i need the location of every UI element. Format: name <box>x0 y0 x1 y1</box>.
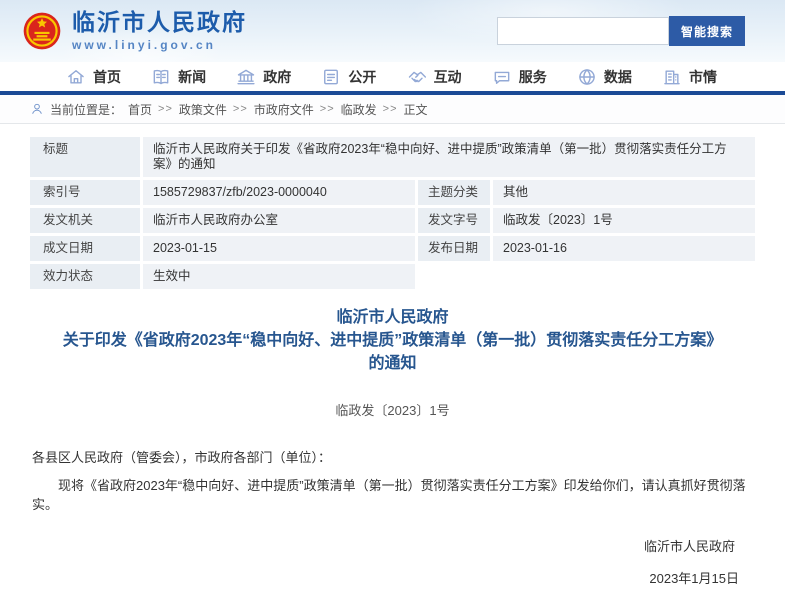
breadcrumb-item-city-gov-files[interactable]: 市政府文件 <box>254 101 314 118</box>
services-icon <box>492 67 512 87</box>
city-info-icon <box>662 67 682 87</box>
nav-item-home[interactable]: 首页 <box>66 67 121 87</box>
nav-item-data[interactable]: 数据 <box>577 67 632 87</box>
breadcrumb-item-linzhengfa[interactable]: 临政发 <box>341 101 377 118</box>
document-content: 临沂市人民政府 关于印发《省政府2023年“稳中向好、进中提质”政策清单（第一批… <box>0 306 785 592</box>
site-url: www.linyi.gov.cn <box>72 39 247 52</box>
meta-label-issuing-org: 发文机关 <box>30 208 140 233</box>
nav-item-label: 新闻 <box>178 67 206 87</box>
meta-value-publish-date: 2023-01-16 <box>493 236 755 261</box>
table-row: 标题 临沂市人民政府关于印发《省政府2023年“稳中向好、进中提质”政策清单（第… <box>30 137 755 177</box>
meta-value-topic: 其他 <box>493 180 755 205</box>
government-icon <box>236 67 256 87</box>
search-bar: 智能搜索 <box>497 16 745 46</box>
breadcrumb-item-home[interactable]: 首页 <box>128 101 152 118</box>
interaction-icon <box>407 67 427 87</box>
breadcrumb-separator: >> <box>233 103 248 115</box>
national-emblem-icon <box>22 11 62 51</box>
meta-label-title: 标题 <box>30 137 140 177</box>
nav-item-news[interactable]: 新闻 <box>151 67 206 87</box>
document-issuer: 临沂市人民政府 <box>32 538 753 555</box>
breadcrumb-separator: >> <box>158 103 173 115</box>
site-title: 临沂市人民政府 <box>72 10 247 35</box>
nav-item-city-info[interactable]: 市情 <box>662 67 717 87</box>
site-header: 临沂市人民政府 www.linyi.gov.cn 智能搜索 <box>0 0 785 62</box>
document-title-line1: 临沂市人民政府 <box>63 306 723 329</box>
meta-value-issuing-org: 临沂市人民政府办公室 <box>143 208 415 233</box>
meta-label-doc-number: 发文字号 <box>418 208 490 233</box>
meta-label-index-no: 索引号 <box>30 180 140 205</box>
meta-label-validity: 效力状态 <box>30 264 140 289</box>
document-title: 临沂市人民政府 关于印发《省政府2023年“稳中向好、进中提质”政策清单（第一批… <box>63 306 723 375</box>
disclosure-icon <box>321 67 341 87</box>
meta-label-topic: 主题分类 <box>418 180 490 205</box>
breadcrumb-item-current: 正文 <box>404 101 428 118</box>
table-row: 索引号 1585729837/zfb/2023-0000040 主题分类 其他 <box>30 180 755 205</box>
breadcrumb: 当前位置是： 首页 >> 政策文件 >> 市政府文件 >> 临政发 >> 正文 <box>0 95 785 124</box>
site-identity: 临沂市人民政府 www.linyi.gov.cn <box>72 10 247 51</box>
document-paragraph: 现将《省政府2023年“稳中向好、进中提质”政策清单（第一批）贯彻落实责任分工方… <box>32 476 753 514</box>
meta-value-validity: 生效中 <box>143 264 415 289</box>
breadcrumb-separator: >> <box>320 103 335 115</box>
user-location-icon <box>30 102 44 116</box>
table-row: 效力状态 生效中 <box>30 264 755 289</box>
home-icon <box>66 67 86 87</box>
nav-item-label: 政府 <box>263 67 291 87</box>
meta-value-doc-number: 临政发〔2023〕1号 <box>493 208 755 233</box>
meta-label-publish-date: 发布日期 <box>418 236 490 261</box>
nav-item-services[interactable]: 服务 <box>492 67 547 87</box>
breadcrumb-item-policy-files[interactable]: 政策文件 <box>179 101 227 118</box>
document-title-line2: 关于印发《省政府2023年“稳中向好、进中提质”政策清单（第一批）贯彻落实责任分… <box>63 329 723 375</box>
nav-item-label: 服务 <box>519 67 547 87</box>
table-row: 成文日期 2023-01-15 发布日期 2023-01-16 <box>30 236 755 261</box>
nav-item-disclosure[interactable]: 公开 <box>321 67 376 87</box>
nav-item-interaction[interactable]: 互动 <box>407 67 462 87</box>
search-input[interactable] <box>497 17 669 45</box>
nav-item-label: 公开 <box>348 67 376 87</box>
table-row-spacer <box>418 264 755 289</box>
meta-value-written-date: 2023-01-15 <box>143 236 415 261</box>
news-icon <box>151 67 171 87</box>
main-nav: 首页 新闻 政府 公开 互动 服务 数据 <box>0 62 785 95</box>
nav-item-label: 市情 <box>689 67 717 87</box>
document-meta-table: 标题 临沂市人民政府关于印发《省政府2023年“稳中向好、进中提质”政策清单（第… <box>30 137 755 289</box>
document-number: 临政发〔2023〕1号 <box>32 400 753 419</box>
meta-label-written-date: 成文日期 <box>30 236 140 261</box>
nav-item-label: 数据 <box>604 67 632 87</box>
table-row: 发文机关 临沂市人民政府办公室 发文字号 临政发〔2023〕1号 <box>30 208 755 233</box>
document-issue-date: 2023年1月15日 <box>32 570 753 587</box>
data-icon <box>577 67 597 87</box>
breadcrumb-separator: >> <box>383 103 398 115</box>
breadcrumb-prefix: 当前位置是： <box>50 101 122 118</box>
nav-item-label: 互动 <box>434 67 462 87</box>
nav-item-government[interactable]: 政府 <box>236 67 291 87</box>
meta-value-title: 临沂市人民政府关于印发《省政府2023年“稳中向好、进中提质”政策清单（第一批）… <box>143 137 755 177</box>
nav-item-label: 首页 <box>93 67 121 87</box>
search-button[interactable]: 智能搜索 <box>669 16 745 46</box>
meta-value-index-no: 1585729837/zfb/2023-0000040 <box>143 180 415 205</box>
document-salutation: 各县区人民政府（管委会），市政府各部门（单位）： <box>32 448 753 467</box>
